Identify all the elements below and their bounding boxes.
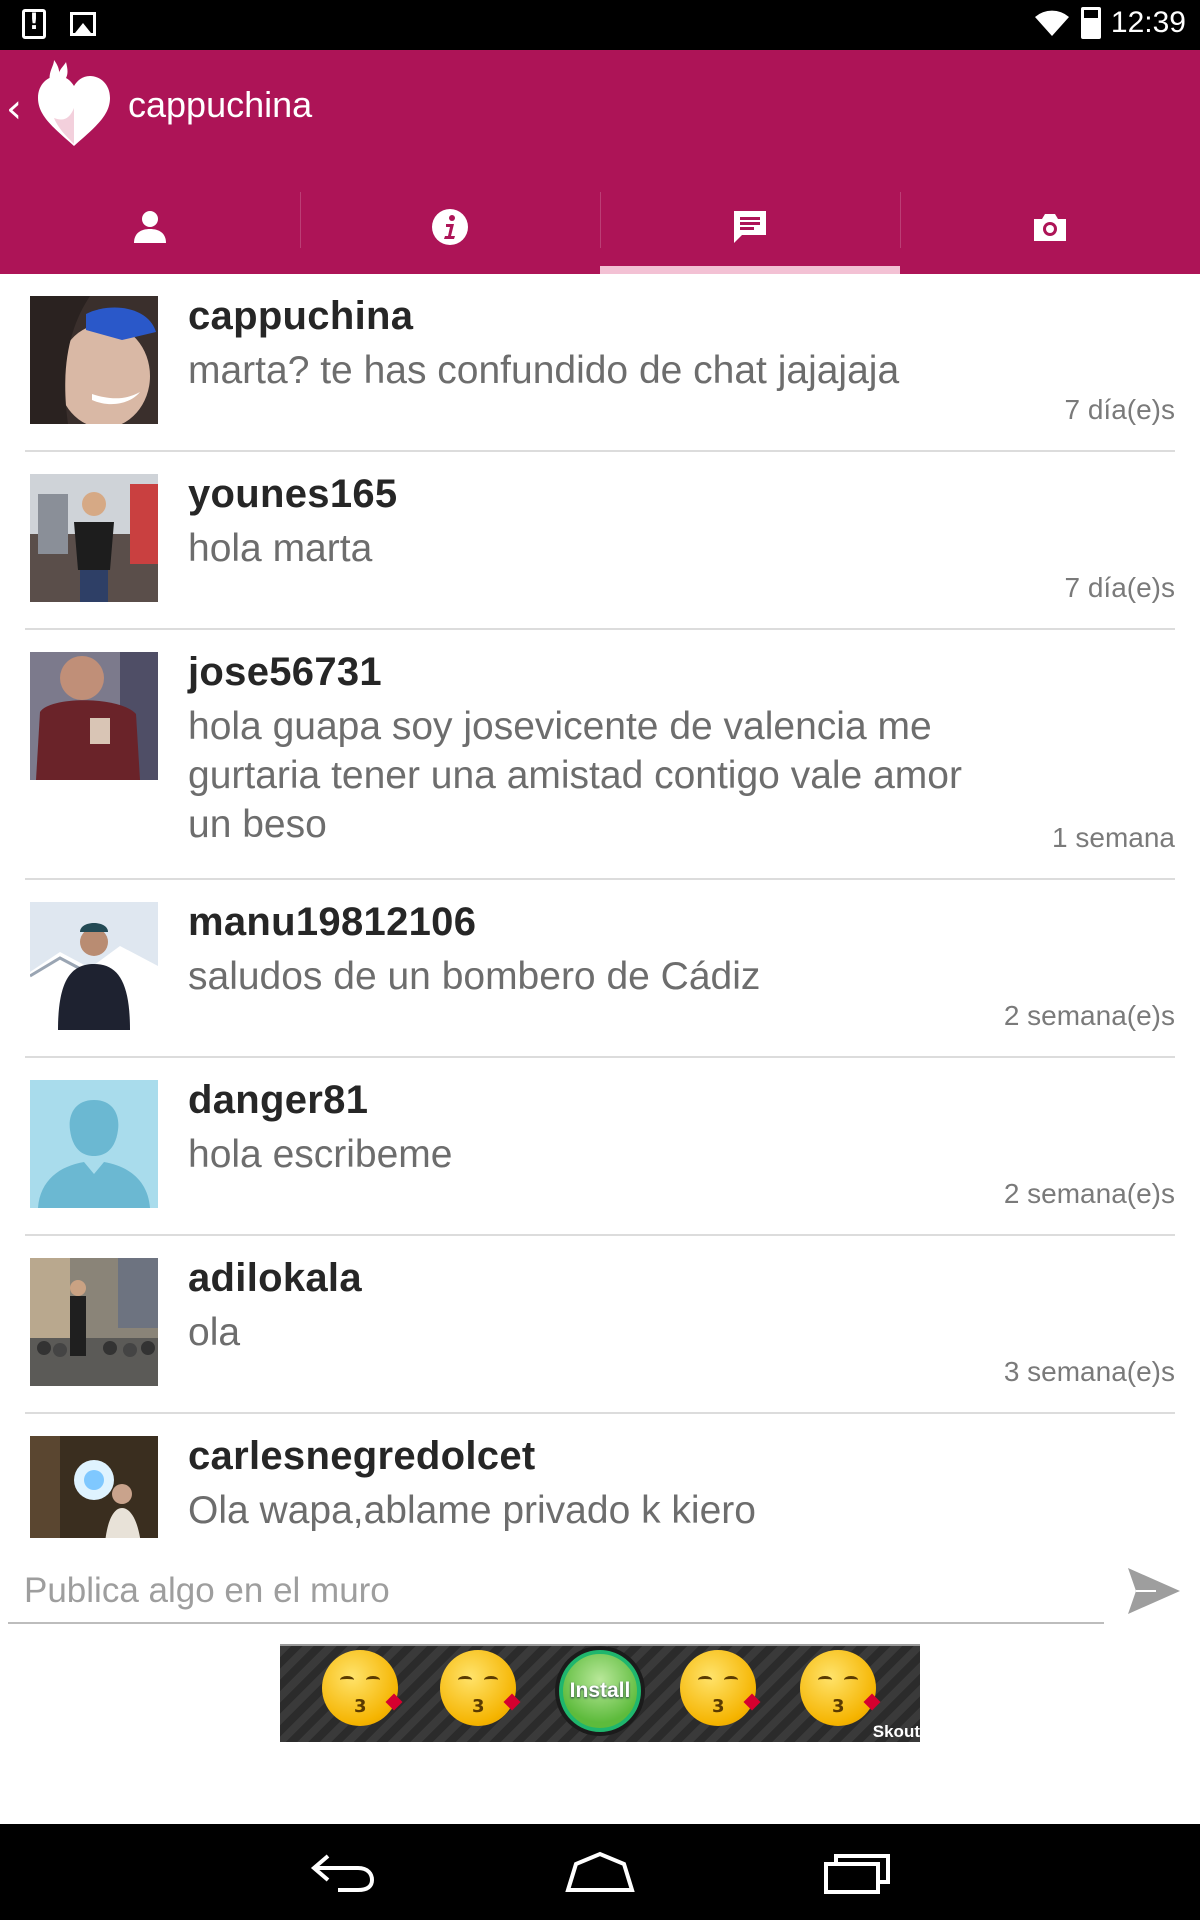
camera-icon [1034, 214, 1066, 241]
back-icon[interactable] [308, 1846, 378, 1898]
avatar[interactable] [30, 652, 158, 780]
message-username: cappuchina [188, 294, 414, 338]
page-title: cappuchina [128, 84, 313, 125]
app-bar: ‹ cappuchina [0, 50, 1200, 274]
message-username: adilokala [188, 1256, 362, 1300]
tab-chat[interactable] [600, 180, 900, 274]
message-time: 7 día(e)s [1064, 572, 1176, 603]
message-time: 1 semana [1052, 822, 1175, 853]
list-item[interactable]: manu19812106 saludos de un bombero de Cá… [25, 880, 1175, 1058]
tab-profile[interactable] [0, 180, 300, 274]
avatar-placeholder[interactable] [30, 1080, 158, 1208]
avatar[interactable] [30, 1436, 158, 1538]
wall-post-input[interactable] [8, 1560, 1104, 1622]
list-item[interactable]: younes165 hola marta 7 día(e)s [25, 452, 1175, 630]
list-item[interactable]: cappuchina marta? te has confundido de c… [25, 274, 1175, 452]
avatar[interactable] [30, 902, 158, 1030]
kiss-emoji-icon: 3 [322, 1650, 403, 1726]
kiss-emoji-icon: 3 [680, 1650, 761, 1726]
system-nav-bar [0, 1824, 1200, 1920]
message-time: 2 semana(e)s [1003, 1000, 1175, 1031]
message-text: hola marta [188, 527, 373, 570]
message-username: carlesnegredolcet [188, 1434, 536, 1478]
flame-heart-logo[interactable] [36, 60, 112, 150]
list-item[interactable]: carlesnegredolcet Ola wapa,ablame privad… [25, 1414, 1175, 1538]
message-time: 3 semana(e)s [1003, 1356, 1175, 1387]
ad-banner[interactable]: 3 3 Install 3 3 Skout [280, 1644, 920, 1742]
kiss-emoji-icon: 3 [800, 1650, 881, 1726]
install-button[interactable]: Install [555, 1646, 645, 1736]
message-text: ola [188, 1311, 241, 1354]
home-icon[interactable] [562, 1846, 638, 1898]
tab-bar [0, 180, 1200, 274]
person-icon [134, 211, 166, 243]
message-username: danger81 [188, 1078, 369, 1122]
message-username: jose56731 [188, 650, 382, 694]
chevron-left-icon[interactable]: ‹ [6, 86, 22, 132]
list-item[interactable]: jose56731 hola guapa soy josevicente de … [25, 630, 1175, 880]
avatar[interactable] [30, 474, 158, 602]
status-bar: 12:39 [0, 0, 1200, 50]
recents-icon[interactable] [822, 1846, 892, 1898]
message-list[interactable]: cappuchina marta? te has confundido de c… [0, 274, 1200, 1538]
avatar[interactable] [30, 296, 158, 424]
avatar[interactable] [30, 1258, 158, 1386]
status-time: 12:39 [1110, 6, 1186, 39]
tab-info[interactable] [300, 180, 600, 274]
message-username: manu19812106 [188, 900, 477, 944]
message-time: 7 día(e)s [1064, 394, 1176, 425]
list-item[interactable]: danger81 hola escribeme 2 semana(e)s [25, 1058, 1175, 1236]
wall-post-field[interactable] [8, 1560, 1104, 1624]
ad-brand-label: Skout [872, 1722, 920, 1741]
alert-icon [22, 9, 46, 39]
image-icon [70, 12, 96, 36]
message-text: marta? te has confundido de chat jajajaj… [188, 349, 900, 392]
message-text: Ola wapa,ablame privado k kiero [188, 1489, 756, 1532]
chat-icon [734, 211, 766, 243]
list-item[interactable]: adilokala ola 3 semana(e)s [25, 1236, 1175, 1414]
message-username: younes165 [188, 472, 398, 516]
info-icon [432, 209, 468, 245]
message-time: 2 semana(e)s [1003, 1178, 1175, 1209]
wifi-icon [1034, 10, 1069, 36]
tab-photos[interactable] [900, 180, 1200, 274]
message-text: saludos de un bombero de Cádiz [188, 955, 761, 998]
send-icon[interactable] [1126, 1566, 1182, 1616]
battery-icon [1080, 7, 1101, 39]
kiss-emoji-icon: 3 [440, 1650, 521, 1726]
install-label: Install [559, 1650, 641, 1732]
message-text: hola guapa soy josevicente de valencia m… [188, 705, 962, 846]
message-text: hola escribeme [188, 1133, 453, 1176]
